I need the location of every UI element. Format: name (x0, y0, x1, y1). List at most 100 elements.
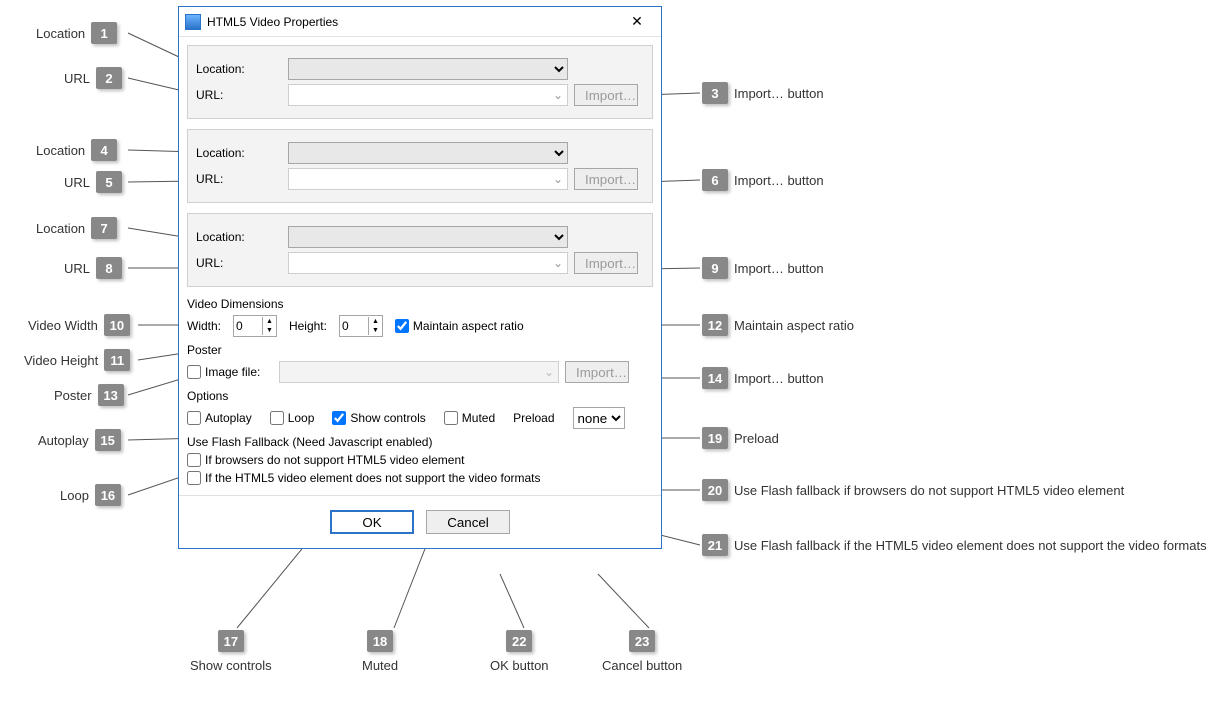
maintain-aspect-checkbox[interactable]: Maintain aspect ratio (395, 319, 524, 333)
callout-badge: 18 (367, 630, 393, 652)
preload-select[interactable]: none (573, 407, 625, 429)
callout-text: Use Flash fallback if browsers do not su… (734, 483, 1124, 498)
maintain-aspect-input[interactable] (395, 319, 409, 333)
loop-input[interactable] (270, 411, 284, 425)
url-combo-3[interactable]: ⌄ (288, 252, 568, 274)
chevron-down-icon: ⌄ (553, 172, 563, 186)
fallback-no-html5-checkbox[interactable]: If browsers do not support HTML5 video e… (187, 453, 464, 467)
callout-text: Show controls (190, 658, 272, 673)
callout-badge: 21 (702, 534, 728, 556)
fallback-no-html5-input[interactable] (187, 453, 201, 467)
fallback-no-formats-checkbox[interactable]: If the HTML5 video element does not supp… (187, 471, 541, 485)
callout-badge: 17 (218, 630, 244, 652)
autoplay-label: Autoplay (205, 411, 252, 425)
callout-text: Cancel button (602, 658, 682, 673)
cancel-button[interactable]: Cancel (426, 510, 510, 534)
callout-text: Maintain aspect ratio (734, 318, 854, 333)
spin-up-icon[interactable]: ▲ (369, 317, 382, 326)
callout-badge: 9 (702, 257, 728, 279)
loop-checkbox[interactable]: Loop (270, 411, 315, 425)
poster-image-input[interactable] (187, 365, 201, 379)
callout-badge: 10 (104, 314, 130, 336)
divider (179, 495, 661, 496)
loop-label: Loop (288, 411, 315, 425)
callout-text: Location (36, 221, 85, 236)
poster-import-button[interactable]: Import… (565, 361, 629, 383)
callout-text: Use Flash fallback if the HTML5 video el… (734, 538, 1207, 553)
show-controls-checkbox[interactable]: Show controls (332, 411, 425, 425)
titlebar[interactable]: HTML5 Video Properties ✕ (179, 7, 661, 37)
callout-text: Import… button (734, 261, 824, 276)
width-label: Width: (187, 319, 221, 333)
source-group-1: Location: URL: ⌄ Import… (187, 45, 653, 119)
app-icon (185, 14, 201, 30)
callout-text: URL (64, 175, 90, 190)
url-label-3: URL: (196, 256, 288, 270)
callout-badge: 23 (629, 630, 655, 652)
spin-down-icon[interactable]: ▼ (369, 326, 382, 335)
width-spinner[interactable]: ▲▼ (233, 315, 277, 337)
spin-up-icon[interactable]: ▲ (263, 317, 276, 326)
location-select-2[interactable] (288, 142, 568, 164)
options-group-label: Options (187, 389, 653, 403)
callout-badge: 3 (702, 82, 728, 104)
muted-input[interactable] (444, 411, 458, 425)
show-controls-input[interactable] (332, 411, 346, 425)
source-group-2: Location: URL: ⌄ Import… (187, 129, 653, 203)
url-combo-1[interactable]: ⌄ (288, 84, 568, 106)
callout-text: URL (64, 261, 90, 276)
callout-text: Video Height (24, 353, 98, 368)
location-select-3[interactable] (288, 226, 568, 248)
callout-badge: 20 (702, 479, 728, 501)
callout-badge: 6 (702, 169, 728, 191)
width-input[interactable] (234, 319, 262, 333)
callout-text: Import… button (734, 371, 824, 386)
location-select-1[interactable] (288, 58, 568, 80)
callout-badge: 22 (506, 630, 532, 652)
callout-text: URL (64, 71, 90, 86)
import-button-3[interactable]: Import… (574, 252, 638, 274)
fallback-group-label: Use Flash Fallback (Need Javascript enab… (187, 435, 653, 449)
callout-badge: 14 (702, 367, 728, 389)
callout-badge: 4 (91, 139, 117, 161)
import-button-2[interactable]: Import… (574, 168, 638, 190)
chevron-down-icon: ⌄ (544, 365, 554, 379)
callout-badge: 5 (96, 171, 122, 193)
muted-checkbox[interactable]: Muted (444, 411, 495, 425)
callout-badge: 2 (96, 67, 122, 89)
fallback-no-html5-label: If browsers do not support HTML5 video e… (205, 453, 464, 467)
show-controls-label: Show controls (350, 411, 425, 425)
callout-text: Muted (362, 658, 398, 673)
height-input[interactable] (340, 319, 368, 333)
fallback-no-formats-input[interactable] (187, 471, 201, 485)
callout-text: Location (36, 143, 85, 158)
poster-group-label: Poster (187, 343, 653, 357)
callout-text: Loop (60, 488, 89, 503)
callout-badge: 13 (98, 384, 124, 406)
location-label-3: Location: (196, 230, 288, 244)
import-button-1[interactable]: Import… (574, 84, 638, 106)
dimensions-group-label: Video Dimensions (187, 297, 653, 311)
callout-badge: 11 (104, 349, 130, 371)
url-combo-2[interactable]: ⌄ (288, 168, 568, 190)
location-label-1: Location: (196, 62, 288, 76)
callout-text: Preload (734, 431, 779, 446)
autoplay-checkbox[interactable]: Autoplay (187, 411, 252, 425)
callout-text: Autoplay (38, 433, 89, 448)
url-label-2: URL: (196, 172, 288, 186)
poster-image-checkbox[interactable]: Image file: (187, 365, 279, 379)
poster-image-combo[interactable]: ⌄ (279, 361, 559, 383)
ok-button[interactable]: OK (330, 510, 414, 534)
fallback-no-formats-label: If the HTML5 video element does not supp… (205, 471, 541, 485)
callout-badge: 15 (95, 429, 121, 451)
spin-down-icon[interactable]: ▼ (263, 326, 276, 335)
close-icon[interactable]: ✕ (617, 9, 657, 35)
callout-text: Import… button (734, 86, 824, 101)
callout-badge: 12 (702, 314, 728, 336)
callout-badge: 16 (95, 484, 121, 506)
height-label: Height: (289, 319, 327, 333)
autoplay-input[interactable] (187, 411, 201, 425)
callout-text: Import… button (734, 173, 824, 188)
height-spinner[interactable]: ▲▼ (339, 315, 383, 337)
preload-label: Preload (513, 411, 554, 425)
